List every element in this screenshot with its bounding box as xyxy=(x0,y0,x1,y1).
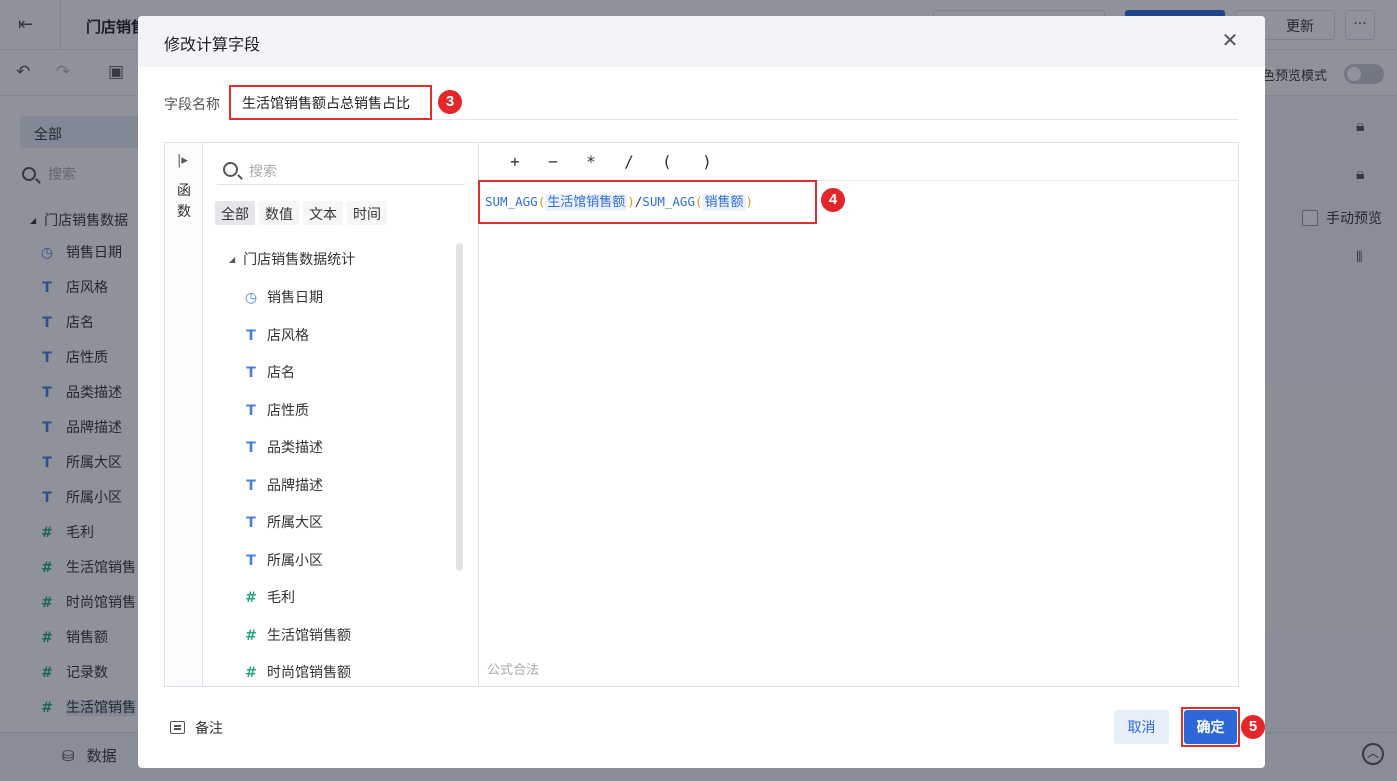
field-item[interactable]: T 店风格 xyxy=(243,325,309,355)
field-item[interactable]: # 毛利 xyxy=(243,587,295,617)
field-item[interactable]: # 时尚馆销售额 xyxy=(243,662,351,686)
text-field-icon: T xyxy=(246,328,256,344)
highlight-box-ok xyxy=(1181,707,1240,747)
step-badge-5: 5 xyxy=(1241,715,1265,739)
formula-area: + − * / ( ) SUM_AGG(生活馆销售额)/SUM_AGG(销售额)… xyxy=(479,143,1239,686)
field-type-tabs: 全部 数值 文本 时间 xyxy=(215,201,391,227)
cancel-button[interactable]: 取消 xyxy=(1114,710,1169,744)
divide-operator-button[interactable]: / xyxy=(619,152,639,171)
text-field-icon: T xyxy=(246,553,256,569)
operator-bar: + − * / ( ) xyxy=(479,143,1239,181)
clock-icon: ◷ xyxy=(244,290,258,306)
field-search-placeholder: 搜索 xyxy=(249,164,277,180)
step-badge-4: 4 xyxy=(821,188,845,212)
text-field-icon: T xyxy=(246,440,256,456)
field-tree-root-label: 门店销售数据统计 xyxy=(243,252,356,268)
function-tab-label: 函数 xyxy=(177,183,191,220)
edit-calculated-field-dialog: 修改计算字段 ✕ 字段名称 3 |▸ 函数 搜索 全部数值文本时间 ◢ 门店销售数… xyxy=(138,16,1265,768)
field-item[interactable]: T 品类描述 xyxy=(243,437,323,467)
expand-arrow-icon[interactable]: |▸ xyxy=(177,153,188,168)
tab-text[interactable]: 文本 xyxy=(303,201,343,225)
step-badge-3: 3 xyxy=(438,90,462,114)
text-field-icon: T xyxy=(246,365,256,381)
field-item[interactable]: T 店名 xyxy=(243,362,295,392)
plus-operator-button[interactable]: + xyxy=(505,152,525,171)
field-item[interactable]: T 品牌描述 xyxy=(243,475,323,505)
collapse-triangle-icon[interactable]: ◢ xyxy=(229,255,235,264)
multiply-operator-button[interactable]: * xyxy=(581,152,601,171)
minus-operator-button[interactable]: − xyxy=(543,152,563,171)
note-label: 备注 xyxy=(195,721,223,737)
field-tree-root[interactable]: ◢ 门店销售数据统计 xyxy=(229,249,355,269)
formula-status: 公式合法 xyxy=(487,663,540,678)
dialog-title: 修改计算字段 xyxy=(164,35,261,54)
number-field-icon: # xyxy=(245,665,257,681)
text-field-icon: T xyxy=(246,515,256,531)
tab-all[interactable]: 全部 xyxy=(215,201,255,225)
field-item[interactable]: ◷ 销售日期 xyxy=(243,287,323,317)
field-name-label: 字段名称 xyxy=(164,97,220,113)
field-item[interactable]: T 店性质 xyxy=(243,400,309,430)
highlight-box-field-name xyxy=(229,85,432,120)
field-search-input[interactable]: 搜索 xyxy=(217,155,465,185)
number-field-icon: # xyxy=(245,590,257,606)
tab-number[interactable]: 数值 xyxy=(259,201,299,225)
field-item[interactable]: # 生活馆销售额 xyxy=(243,625,351,655)
close-icon[interactable]: ✕ xyxy=(1218,28,1242,52)
text-field-icon: T xyxy=(246,478,256,494)
field-item[interactable]: T 所属小区 xyxy=(243,550,323,580)
dialog-header: 修改计算字段 ✕ xyxy=(138,16,1265,67)
field-item[interactable]: T 所属大区 xyxy=(243,512,323,542)
field-list-panel: 搜索 全部 数值 文本 时间 ◢ 门店销售数据统计 ◷ 销售日期 T 店风格 T 店名 T 店性… xyxy=(203,143,479,686)
search-icon xyxy=(223,162,238,177)
comment-icon xyxy=(170,721,185,734)
right-paren-button[interactable]: ) xyxy=(697,152,717,171)
function-side-tab[interactable]: |▸ 函数 xyxy=(165,143,203,686)
text-field-icon: T xyxy=(246,403,256,419)
tab-time[interactable]: 时间 xyxy=(347,201,387,225)
number-field-icon: # xyxy=(245,628,257,644)
left-paren-button[interactable]: ( xyxy=(657,152,677,171)
note-button[interactable]: 备注 xyxy=(170,718,223,738)
field-list-scrollbar[interactable] xyxy=(456,243,463,571)
highlight-box-formula xyxy=(478,180,817,224)
